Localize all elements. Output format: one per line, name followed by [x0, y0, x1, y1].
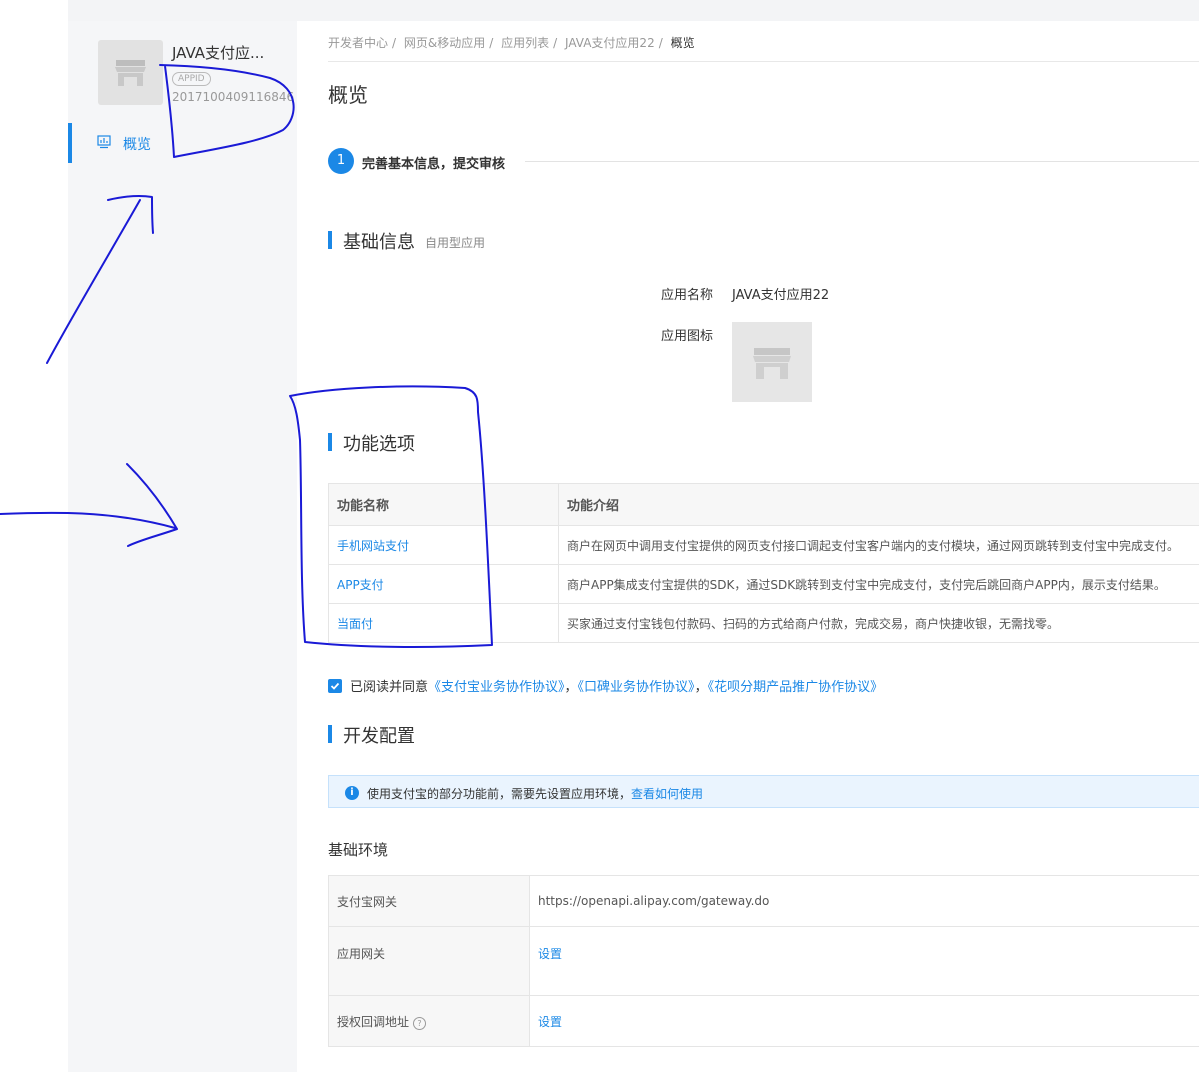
divider	[328, 61, 1199, 62]
column-header: 功能名称	[328, 483, 559, 526]
table-row: 支付宝网关 https://openapi.alipay.com/gateway…	[328, 875, 1199, 927]
how-to-use-link[interactable]: 查看如何使用	[631, 787, 703, 801]
store-icon	[753, 348, 791, 379]
feature-desc: 买家通过支付宝钱包付款码、扫码的方式给商户付款，完成交易，商户快捷收银，无需找零…	[558, 603, 1199, 643]
agreement-link-huabei[interactable]: 《花呗分期产品推广协作协议》	[708, 680, 884, 695]
page-title: 概览	[328, 83, 368, 107]
callback-set-link[interactable]: 设置	[529, 995, 1199, 1047]
agreement-checkbox[interactable]	[328, 679, 342, 693]
gateway-url: https://openapi.alipay.com/gateway.do	[529, 875, 1199, 927]
app-name-label: 应用名称	[661, 288, 714, 303]
breadcrumb-app[interactable]: JAVA支付应用22	[565, 36, 655, 50]
table-row: 手机网站支付 商户在网页中调用支付宝提供的网页支付接口调起支付宝客户端内的支付模…	[328, 525, 1199, 565]
basic-info-title: 基础信息	[343, 232, 415, 253]
appid-value: 2017100409116846	[172, 90, 295, 104]
basic-info-subtitle: 自用型应用	[425, 236, 486, 250]
breadcrumb: 开发者中心 / 网页&移动应用 / 应用列表 / JAVA支付应用22/ 概览	[328, 36, 695, 50]
table-row: 应用网关 设置	[328, 926, 1199, 996]
feature-link[interactable]: APP支付	[328, 564, 559, 604]
feature-desc: 商户在网页中调用支付宝提供的网页支付接口调起支付宝客户端内的支付模块，通过网页跳…	[558, 525, 1199, 565]
table-row: APP支付 商户APP集成支付宝提供的SDK，通过SDK跳转到支付宝中完成支付，…	[328, 564, 1199, 604]
step-number: 1	[328, 148, 354, 174]
section-marker	[328, 433, 332, 451]
env-title: 基础环境	[328, 841, 389, 859]
info-text: 使用支付宝的部分功能前，需要先设置应用环境，查看如何使用	[367, 785, 703, 802]
table-header: 功能名称 功能介绍	[328, 483, 1199, 526]
info-banner: i 使用支付宝的部分功能前，需要先设置应用环境，查看如何使用	[328, 775, 1199, 808]
env-key-cell: 授权回调地址?	[328, 995, 530, 1047]
agreement-prefix: 已阅读并同意	[350, 680, 429, 695]
env-table: 支付宝网关 https://openapi.alipay.com/gateway…	[328, 875, 1199, 1047]
step-text: 完善基本信息，提交审核	[362, 157, 506, 172]
env-key: 支付宝网关	[328, 875, 530, 927]
section-marker	[328, 725, 332, 743]
app-name: JAVA支付应...	[172, 44, 265, 62]
table-row: 授权回调地址? 设置	[328, 995, 1199, 1047]
app-icon-image	[732, 322, 812, 402]
agreement-sep: ，	[564, 680, 578, 695]
feature-desc: 商户APP集成支付宝提供的SDK，通过SDK跳转到支付宝中完成支付，支付完后跳回…	[558, 564, 1199, 604]
app-name-value: JAVA支付应用22	[732, 288, 830, 303]
agreement-sep: ，	[694, 680, 708, 695]
features-table: 功能名称 功能介绍 手机网站支付 商户在网页中调用支付宝提供的网页支付接口调起支…	[328, 483, 1199, 643]
table-row: 当面付 买家通过支付宝钱包付款码、扫码的方式给商户付款，完成交易，商户快捷收银，…	[328, 603, 1199, 643]
sidebar-item-label: 概览	[123, 137, 151, 153]
check-icon	[330, 682, 340, 690]
feature-link[interactable]: 手机网站支付	[328, 525, 559, 565]
breadcrumb-web-mobile[interactable]: 网页&移动应用	[404, 36, 485, 50]
top-bar	[68, 0, 1199, 21]
breadcrumb-app-list[interactable]: 应用列表	[501, 36, 549, 50]
feature-link[interactable]: 当面付	[328, 603, 559, 643]
features-title: 功能选项	[343, 434, 415, 455]
app-thumbnail	[98, 40, 163, 105]
store-icon	[115, 60, 146, 86]
dev-config-title: 开发配置	[343, 726, 415, 747]
agreement: 已阅读并同意《支付宝业务协作协议》，《口碑业务协作协议》，《花呗分期产品推广协作…	[328, 676, 883, 695]
breadcrumb-current: 概览	[670, 36, 695, 50]
app-gateway-set-link[interactable]: 设置	[529, 926, 1199, 996]
dashboard-icon	[97, 135, 111, 149]
step-line	[525, 161, 1199, 162]
appid-badge: APPID	[172, 72, 211, 86]
sidebar-item-overview[interactable]: 概览	[68, 123, 297, 163]
sidebar	[68, 21, 297, 1072]
agreement-link-koubei[interactable]: 《口碑业务协作协议》	[578, 680, 695, 695]
section-marker	[328, 231, 332, 249]
breadcrumb-developer-center[interactable]: 开发者中心	[328, 36, 388, 50]
column-header: 功能介绍	[558, 483, 1199, 526]
help-icon[interactable]: ?	[413, 1016, 427, 1030]
agreement-link-alipay[interactable]: 《支付宝业务协作协议》	[428, 680, 565, 695]
info-message: 使用支付宝的部分功能前，需要先设置应用环境，	[367, 787, 632, 801]
info-icon: i	[345, 786, 359, 800]
env-key: 应用网关	[328, 926, 530, 996]
env-key: 授权回调地址	[337, 1014, 410, 1029]
app-icon-label: 应用图标	[661, 329, 714, 344]
active-indicator	[68, 123, 72, 163]
